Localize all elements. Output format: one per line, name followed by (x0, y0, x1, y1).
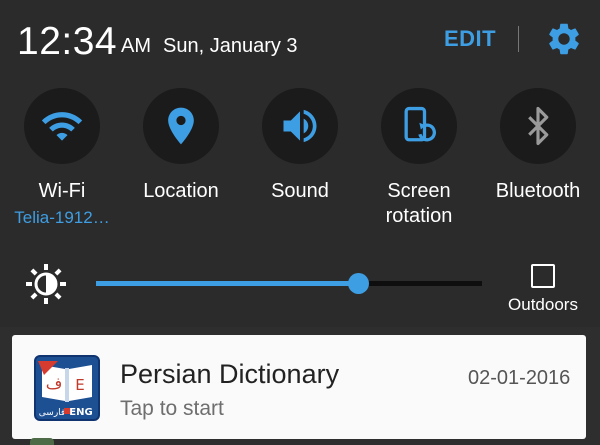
date-label: Sun, January 3 (163, 35, 298, 57)
edit-button[interactable]: EDIT (444, 26, 496, 52)
icon-glyph-left: ف (46, 374, 63, 393)
clock-ampm: AM (121, 35, 151, 57)
brightness-icon (24, 262, 68, 306)
outdoors-label: Outdoors (508, 295, 578, 314)
location-pin-icon (143, 88, 219, 164)
brightness-slider[interactable] (96, 272, 482, 296)
quick-settings-tiles: Wi-Fi Telia-1912… Location Sound Screen … (0, 88, 600, 238)
speaker-icon (262, 88, 338, 164)
icon-glyph-bottom-right: ENG (69, 407, 92, 418)
screen-rotation-icon (381, 88, 457, 164)
tile-wifi-network: Telia-1912… (14, 208, 110, 227)
outdoors-checkbox[interactable]: Outdoors (500, 262, 586, 316)
tile-screen-rotation[interactable]: Screen rotation (359, 88, 479, 238)
tile-sound-label: Sound (271, 180, 329, 202)
bluetooth-icon (500, 88, 576, 164)
status-row: 12:34 AM Sun, January 3 EDIT (0, 0, 600, 80)
tile-location[interactable]: Location (121, 88, 241, 238)
tile-wifi[interactable]: Wi-Fi Telia-1912… (2, 88, 122, 238)
tile-wifi-label: Wi-Fi (38, 180, 86, 202)
tile-bluetooth[interactable]: Bluetooth (478, 88, 598, 238)
clock-time: 12:34 (17, 20, 118, 63)
quick-settings-panel: 12:34 AM Sun, January 3 EDIT Wi-Fi Telia… (0, 0, 600, 327)
notification-area: ف E فارسی ENG Persian Dictionary Tap to … (0, 327, 600, 445)
checkbox-box (531, 264, 555, 288)
notification-text: Tap to start (120, 397, 224, 420)
brightness-row: Outdoors (0, 256, 600, 316)
persian-dictionary-app-icon: ف E فارسی ENG (34, 355, 100, 421)
tile-location-label: Location (143, 180, 219, 202)
wifi-icon (24, 88, 100, 164)
notification-card[interactable]: ف E فارسی ENG Persian Dictionary Tap to … (12, 335, 586, 439)
settings-gear-icon[interactable] (545, 20, 583, 58)
notification-date: 02-01-2016 (468, 367, 571, 389)
tile-screen-rotation-label: Screen rotation (385, 180, 453, 227)
divider (518, 26, 519, 52)
icon-glyph-right: E (75, 376, 84, 394)
icon-glyph-bottom-left: فارسی (39, 408, 65, 418)
tile-sound[interactable]: Sound (240, 88, 360, 238)
partial-notification-edge (30, 438, 54, 445)
notification-title: Persian Dictionary (120, 359, 340, 389)
brightness-thumb[interactable] (348, 273, 369, 294)
brightness-fill (96, 281, 358, 286)
tile-bluetooth-label: Bluetooth (495, 180, 581, 202)
